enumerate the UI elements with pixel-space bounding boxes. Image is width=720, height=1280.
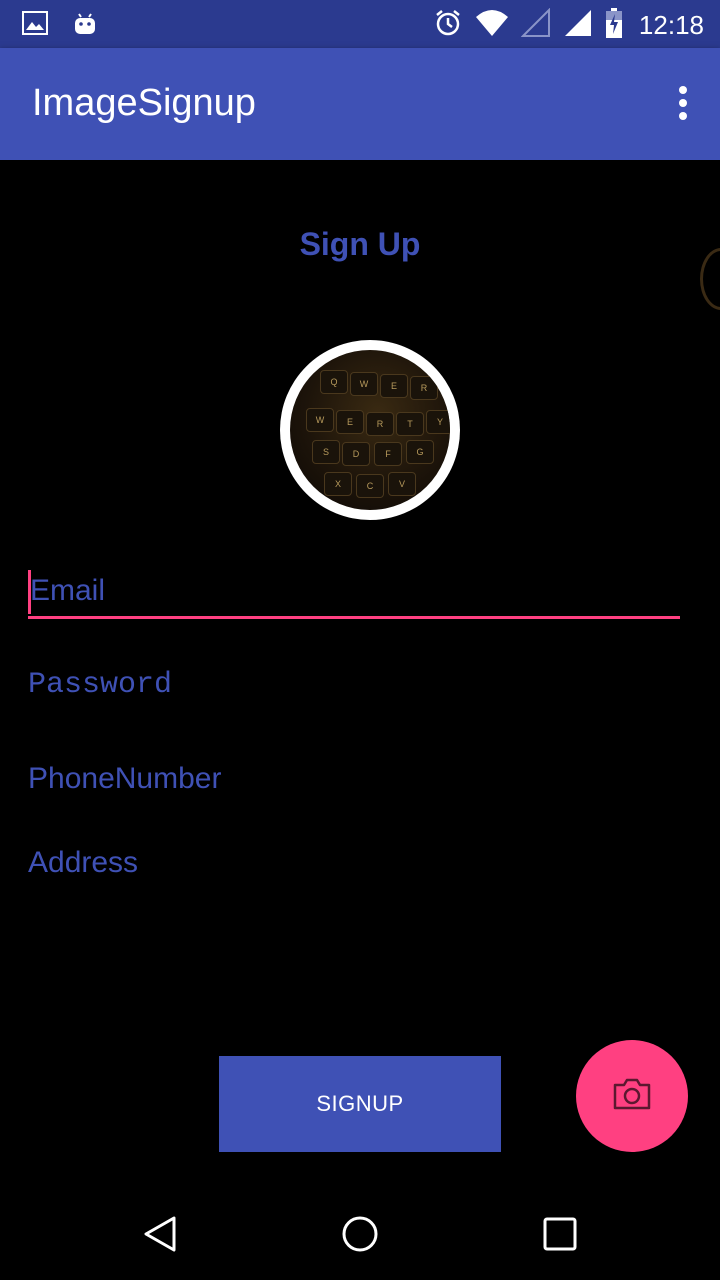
battery-charging-icon xyxy=(605,8,623,42)
avatar-key: X xyxy=(324,472,352,496)
avatar-key: W xyxy=(306,408,334,432)
back-icon[interactable] xyxy=(138,1212,182,1256)
avatar-key: F xyxy=(374,442,402,466)
signup-button[interactable]: SIGNUP xyxy=(219,1056,501,1152)
phone-hint: PhoneNumber xyxy=(28,762,222,795)
email-underline xyxy=(28,616,680,619)
password-hint: Password xyxy=(28,668,173,702)
profile-photo-image: Q W E R W E R T Y S D F G X C V xyxy=(290,350,450,510)
status-bar: 12:18 xyxy=(0,0,720,48)
email-field[interactable]: Email xyxy=(28,570,680,620)
avatar-key: Y xyxy=(426,410,450,434)
email-hint: Email xyxy=(30,574,106,607)
alarm-icon xyxy=(433,8,463,42)
page-title: Sign Up xyxy=(299,226,421,262)
home-icon[interactable] xyxy=(338,1212,382,1256)
navigation-bar xyxy=(0,1184,720,1280)
avatar-key: S xyxy=(312,440,340,464)
avatar-key: E xyxy=(380,374,408,398)
signal-full-icon xyxy=(563,8,593,42)
avatar-key: D xyxy=(342,442,370,466)
avatar-key: R xyxy=(366,412,394,436)
status-time: 12:18 xyxy=(638,9,704,40)
avatar-key: E xyxy=(336,410,364,434)
avatar-key: G xyxy=(406,440,434,464)
password-field[interactable]: Password xyxy=(28,668,680,702)
avatar-key: W xyxy=(350,372,378,396)
signal-empty-icon xyxy=(520,7,551,42)
camera-fab[interactable] xyxy=(576,1040,688,1152)
avatar-key: T xyxy=(396,412,424,436)
wifi-icon xyxy=(475,9,509,41)
profile-photo[interactable]: Q W E R W E R T Y S D F G X C V xyxy=(280,340,460,520)
recents-icon[interactable] xyxy=(538,1212,582,1256)
avatar-key: R xyxy=(410,376,438,400)
app-bar: ImageSignup xyxy=(0,48,720,160)
address-hint: Address xyxy=(28,846,139,879)
gallery-icon xyxy=(22,11,48,39)
phone-field[interactable]: PhoneNumber xyxy=(28,762,680,796)
avatar-key: Q xyxy=(320,370,348,394)
app-title: ImageSignup xyxy=(32,82,256,124)
address-field[interactable]: Address xyxy=(28,846,680,880)
camera-icon xyxy=(612,1078,652,1114)
more-vert-icon[interactable] xyxy=(676,86,690,126)
avatar-key: V xyxy=(388,472,416,496)
android-icon xyxy=(72,10,98,40)
avatar-key: C xyxy=(356,474,384,498)
